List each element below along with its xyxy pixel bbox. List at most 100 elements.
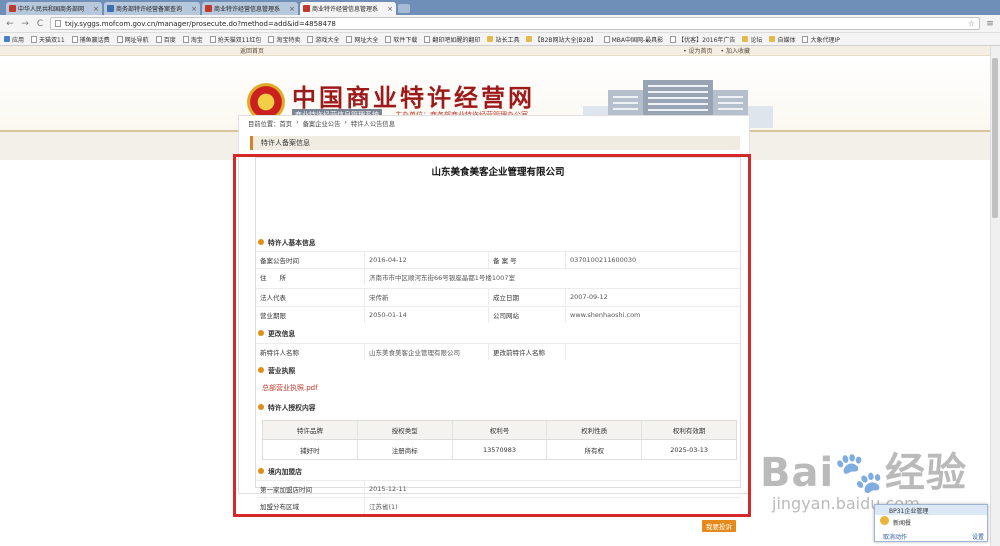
folder-icon <box>742 36 749 42</box>
table-cell: 13570983 <box>453 440 548 460</box>
bookmark-item[interactable]: 抢天猫双11红包 <box>209 35 261 44</box>
url-text: txjy.syggs.mofcom.gov.cn/manager/prosecu… <box>65 19 336 28</box>
bookmark-label: 论坛 <box>750 36 763 44</box>
page-icon <box>346 35 353 43</box>
info-row: 备案公告时间 2016-04-12 备 案 号 0370100211600030 <box>256 251 740 268</box>
home-link[interactable]: 返回首页 <box>240 46 264 55</box>
license-pdf-link[interactable]: 总部营业执照.pdf <box>262 383 318 393</box>
url-input[interactable]: txjy.syggs.mofcom.gov.cn/manager/prosecu… <box>50 17 980 30</box>
close-tab-icon[interactable]: × <box>191 5 197 13</box>
apps-icon <box>4 36 10 42</box>
bookmark-label: 软件下载 <box>393 36 418 44</box>
breadcrumb-home[interactable]: 目前位置：首页 <box>248 119 292 128</box>
bookmark-item[interactable]: 论坛 <box>742 35 762 44</box>
menu-icon[interactable]: ≡ <box>985 19 995 29</box>
table-cell: 注册商标 <box>358 440 453 460</box>
bookmark-item[interactable]: 应用 <box>4 35 24 44</box>
field-value: 2016-04-12 <box>364 252 488 268</box>
bookmark-label: 应用 <box>12 36 25 44</box>
subsection-domestic: 境内加盟店 <box>258 466 302 476</box>
browser-tab[interactable]: 商务部特许经营备案查询 × <box>104 2 200 15</box>
field-label: 成立日期 <box>488 289 565 305</box>
close-tab-icon[interactable]: × <box>387 5 393 13</box>
page-icon <box>424 35 431 43</box>
bookmark-item[interactable]: 淘宝特卖 <box>268 35 300 44</box>
info-row: 新特许人名称 山东美食美客企业管理有限公司 更改前特许人名称 <box>256 343 740 360</box>
breadcrumb-separator: › <box>296 119 299 126</box>
bookmark-item[interactable]: 游戏大全 <box>307 35 339 44</box>
set-homepage-link[interactable]: • 设为首页 <box>683 46 712 55</box>
subsection-license: 营业执照 <box>258 365 295 375</box>
page-icon <box>670 35 677 43</box>
browser-tab-active[interactable]: 商业特许经营信息管理系 × <box>300 2 396 15</box>
page-icon <box>307 35 314 43</box>
bookmark-item[interactable]: 网址大全 <box>346 35 378 44</box>
bullet-icon <box>258 239 264 245</box>
browser-tab[interactable]: 商业特许经营信息管理系 × <box>202 2 298 15</box>
close-tab-icon[interactable]: × <box>93 5 99 13</box>
page-icon <box>603 35 610 43</box>
watermark-logo: Bai🐾经验 <box>760 450 967 496</box>
folder-icon <box>769 36 776 42</box>
bookmark-item[interactable]: MBA中国网-最具影 <box>603 35 664 44</box>
page-favicon-icon <box>205 5 212 12</box>
bookmarks-bar: 应用 天猫双11 捕鱼赢话费 网址导航 百度 淘宝 抢天猫双11红包 淘宝特卖 游戏大全 网址大全… <box>0 33 1000 46</box>
popup-title: BP31企业管理 <box>875 505 987 515</box>
field-label: 加盟分布区域 <box>260 503 299 511</box>
bookmark-label: 游戏大全 <box>315 36 340 44</box>
column-header: 特许品牌 <box>263 421 358 439</box>
field-value: 2050-01-14 <box>364 307 488 323</box>
bookmark-item[interactable]: 软件下载 <box>385 35 417 44</box>
bookmark-label: 大象代理IP <box>810 36 840 44</box>
page-icon <box>71 35 78 43</box>
forward-icon[interactable]: → <box>20 19 30 29</box>
address-bar-row: ← → C txjy.syggs.mofcom.gov.cn/manager/p… <box>0 15 1000 33</box>
bookmark-item[interactable]: 网址导航 <box>116 35 149 44</box>
page-favicon-icon <box>107 5 114 12</box>
table-cell: 捕好时 <box>263 440 358 460</box>
bookmark-item[interactable]: 天猫双11 <box>31 35 65 44</box>
authorization-table: 特许品牌 授权类型 权利号 权利性质 权利有效期 捕好时 注册商标 135709… <box>262 420 737 460</box>
back-icon[interactable]: ← <box>5 19 15 29</box>
star-icon[interactable]: ☆ <box>968 19 975 28</box>
bookmark-item[interactable]: 捕鱼赢话费 <box>71 35 110 44</box>
info-row: 营业期限 2050-01-14 公司网站 www.shenhaoshi.com <box>256 306 740 323</box>
page-icon <box>268 35 275 43</box>
bookmark-item[interactable]: 自媒体 <box>769 35 795 44</box>
bookmark-label: 站长工具 <box>495 36 520 44</box>
bookmark-label: 翻印吧如醒的翻印 <box>432 36 481 44</box>
bookmark-label: 【B2B网站大全|B2B】 <box>534 36 597 44</box>
bookmark-label: 自媒体 <box>777 36 796 44</box>
bookmark-item[interactable]: 【优客】2016年广告 <box>670 35 735 44</box>
breadcrumb-notices[interactable]: 备案企业公告 <box>303 119 341 128</box>
folder-icon <box>487 36 494 42</box>
bookmark-label: MBA中国网-最具影 <box>611 36 664 44</box>
browser-tab[interactable]: 中华人民共和国商务部网 × <box>6 2 102 15</box>
field-label: 法人代表 <box>260 294 286 302</box>
bookmark-item[interactable]: 淘宝 <box>182 35 203 44</box>
bookmark-item[interactable]: 站长工具 <box>487 35 519 44</box>
page-icon <box>802 35 809 43</box>
popup-action-link[interactable]: 取消动作 <box>883 532 907 541</box>
bookmark-item[interactable]: 百度 <box>155 35 176 44</box>
field-label: 第一家加盟店时间 <box>260 486 312 494</box>
website-link[interactable]: www.shenhaoshi.com <box>565 307 740 323</box>
bookmark-label: 【优客】2016年广告 <box>678 36 736 44</box>
folder-icon <box>526 36 533 42</box>
bookmark-item[interactable]: 大象代理IP <box>802 35 840 44</box>
close-tab-icon[interactable]: × <box>289 5 295 13</box>
page-icon <box>182 35 189 43</box>
breadcrumb-current: 特许人公告信息 <box>350 121 395 128</box>
reload-icon[interactable]: C <box>35 19 45 29</box>
add-favorite-link[interactable]: • 加入收藏 <box>721 46 750 55</box>
scrollbar-thumb[interactable] <box>992 58 998 218</box>
column-header: 授权类型 <box>358 421 453 439</box>
notification-popup[interactable]: BP31企业管理 新闻餐 取消动作 设置 <box>874 504 988 542</box>
field-label: 公司网站 <box>488 307 565 323</box>
popup-settings-link[interactable]: 设置 <box>972 532 984 541</box>
complaint-button[interactable]: 我要投诉 <box>702 520 736 532</box>
bookmark-item[interactable]: 翻印吧如醒的翻印 <box>424 35 480 44</box>
bookmark-item[interactable]: 【B2B网站大全|B2B】 <box>526 35 597 44</box>
page-icon <box>55 20 61 27</box>
new-tab-button[interactable] <box>398 4 410 13</box>
